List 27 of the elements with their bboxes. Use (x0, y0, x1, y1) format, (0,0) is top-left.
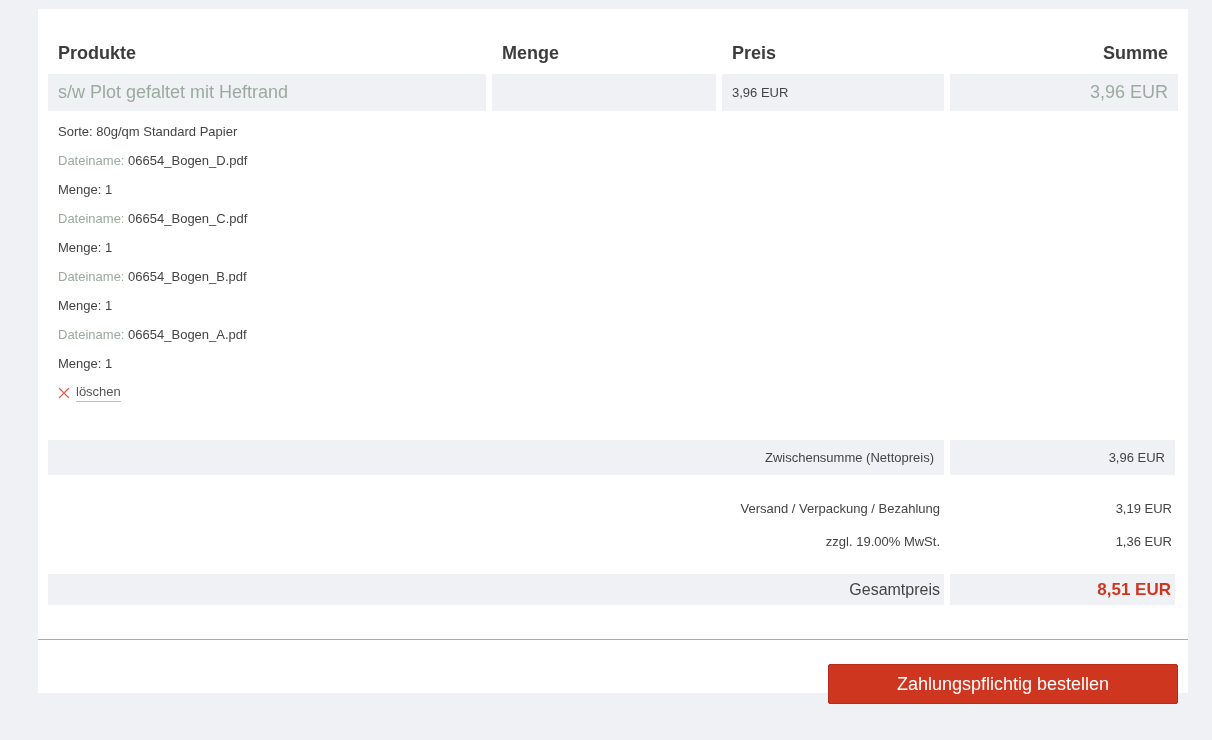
summary-value: 3,19 EUR (1114, 500, 1173, 518)
close-icon[interactable] (58, 386, 70, 399)
column-header: Menge (501, 42, 560, 64)
detail-text: Menge: 1 (58, 181, 114, 199)
row-sum: 3,96 EUR (1089, 82, 1168, 103)
total-value: 8,51 EUR (950, 574, 1175, 605)
unit-price: 3,96 EUR (732, 85, 789, 100)
detail-text: Sorte: 80g/qm Standard Papier (58, 123, 239, 141)
product-title: s/w Plot gefaltet mit Heftrand (58, 82, 289, 103)
detail-text: Menge: 1 (58, 355, 114, 373)
total-label: Gesamtpreis (48, 574, 944, 605)
file-name-line: Dateiname: 06654_Bogen_A.pdf (58, 326, 248, 344)
file-name-line: Dateiname: 06654_Bogen_B.pdf (58, 268, 248, 286)
summary-label: Versand / Verpackung / Bezahlung (739, 500, 941, 518)
column-header: Preis (731, 42, 778, 64)
delete-link[interactable]: löschen (76, 383, 121, 402)
column-header: Summe (1101, 42, 1169, 64)
detail-text: Menge: 1 (58, 239, 114, 257)
subtotal-label: Zwischensumme (Nettopreis) (48, 440, 944, 475)
detail-text: Menge: 1 (58, 297, 114, 315)
column-header: Produkte (57, 42, 137, 64)
subtotal-value: 3,96 EUR (950, 440, 1175, 475)
file-name-line: Dateiname: 06654_Bogen_D.pdf (58, 152, 249, 170)
file-name-line: Dateiname: 06654_Bogen_C.pdf (58, 210, 249, 228)
summary-label: zzgl. 19.00% MwSt. (824, 533, 941, 551)
order-button[interactable]: Zahlungspflichtig bestellen (828, 664, 1178, 704)
summary-value: 1,36 EUR (1114, 533, 1173, 551)
